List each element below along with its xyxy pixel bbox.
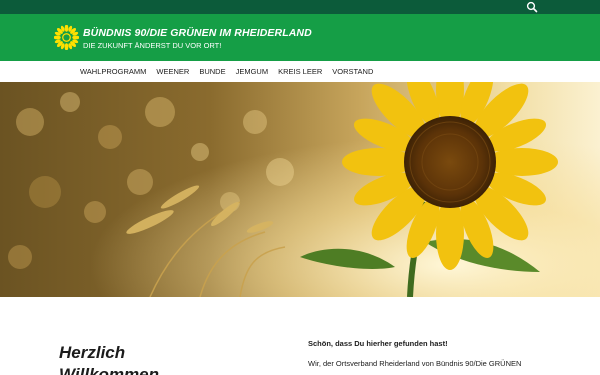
nav-item-bunde[interactable]: BUNDE [199, 67, 225, 76]
site-tagline: DIE ZUKUNFT ÄNDERST DU VOR ORT! [83, 41, 222, 50]
search-icon[interactable] [526, 1, 538, 13]
intro-text: Wir, der Ortsverband Rheiderland von Bün… [308, 359, 522, 368]
nav-item-wahlprogramm[interactable]: WAHLPROGRAMM [80, 67, 146, 76]
nav-item-vorstand[interactable]: VORSTAND [332, 67, 373, 76]
sunflower-photo [0, 82, 600, 297]
nav-item-kreis-leer[interactable]: KREIS LEER [278, 67, 322, 76]
nav-item-weener[interactable]: WEENER [156, 67, 189, 76]
site-header: BÜNDNIS 90/DIE GRÜNEN IM RHEIDERLAND DIE… [0, 14, 600, 61]
hero-image [0, 82, 600, 297]
welcome-heading: Herzlich Willkommen [59, 343, 159, 375]
top-bar [0, 0, 600, 14]
intro-heading: Schön, dass Du hierher gefunden hast! [308, 339, 448, 348]
main-navigation: WAHLPROGRAMM WEENER BUNDE JEMGUM KREIS L… [0, 61, 600, 82]
site-title[interactable]: BÜNDNIS 90/DIE GRÜNEN IM RHEIDERLAND [83, 27, 312, 39]
sunflower-logo-icon[interactable] [54, 25, 79, 50]
main-content: Herzlich Willkommen Schön, dass Du hierh… [0, 297, 600, 375]
nav-item-jemgum[interactable]: JEMGUM [236, 67, 269, 76]
